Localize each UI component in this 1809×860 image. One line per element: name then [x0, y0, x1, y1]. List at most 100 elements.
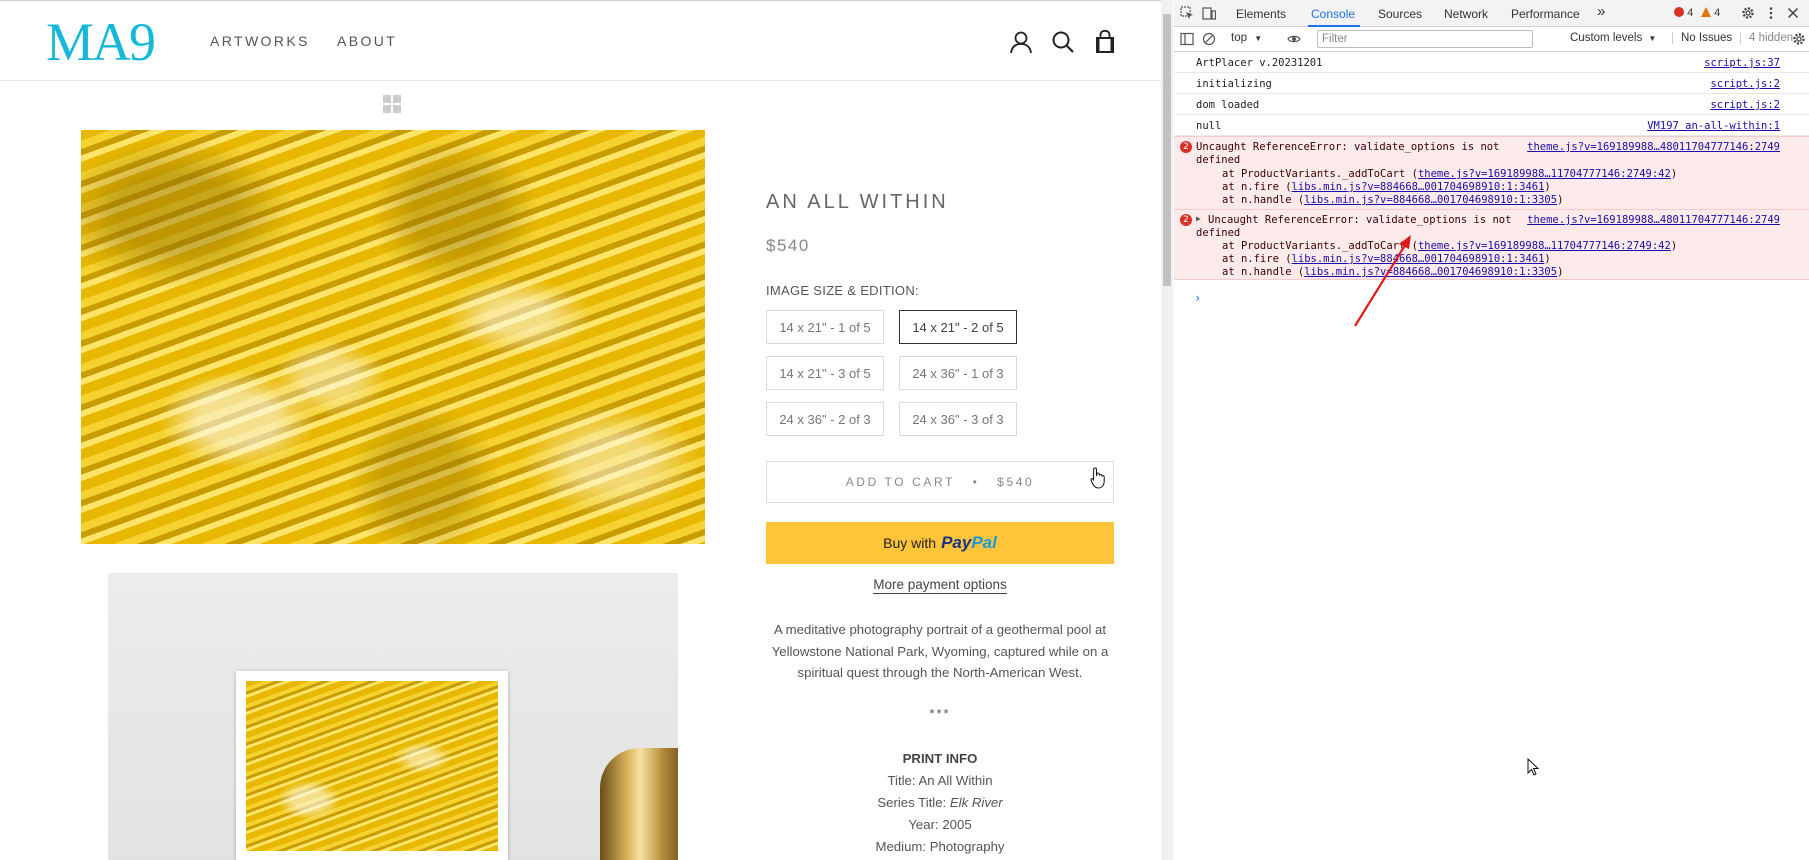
clear-console-icon[interactable]: [1202, 32, 1216, 46]
option-14x21-1of5[interactable]: 14 x 21" - 1 of 5: [766, 310, 884, 344]
context-selector[interactable]: top ▼: [1231, 32, 1262, 44]
live-expression-eye-icon[interactable]: [1287, 32, 1301, 46]
chevron-down-icon: ▼: [1254, 34, 1263, 43]
framed-print: [236, 671, 508, 860]
sidebar-toggle-icon[interactable]: [1180, 32, 1194, 46]
error-message-line2: defined: [1196, 227, 1241, 239]
cart-bag-icon[interactable]: [1092, 29, 1118, 55]
option-24x36-3of3[interactable]: 24 x 36" - 3 of 3: [899, 402, 1017, 436]
expand-triangle-icon[interactable]: ▶: [1196, 214, 1201, 223]
stack-frame-suffix: ): [1670, 240, 1678, 252]
tab-elements[interactable]: Elements: [1236, 7, 1286, 21]
settings-gear-icon[interactable]: [1741, 6, 1755, 20]
product-price: $540: [766, 236, 810, 255]
log-source-link[interactable]: script.js:2: [1710, 99, 1780, 111]
print-info-heading: PRINT INFO: [902, 751, 978, 766]
stack-frame: at n.handle (libs.min.js?v=884668…001704…: [1222, 194, 1563, 206]
grid-view-icon[interactable]: [383, 95, 401, 113]
console-log-row: ArtPlacer v.20231201 script.js:37: [1174, 52, 1809, 73]
error-message-line1: Uncaught ReferenceError: validate_option…: [1196, 141, 1500, 153]
nav-about[interactable]: ABOUT: [337, 33, 397, 49]
log-source-link[interactable]: script.js:37: [1704, 57, 1780, 69]
page-scrollbar-thumb[interactable]: [1163, 14, 1171, 286]
size-edition-label: IMAGE SIZE & EDITION:: [766, 283, 919, 298]
hand-cursor-icon: [1090, 467, 1105, 489]
log-source-link[interactable]: script.js:2: [1710, 78, 1780, 90]
kebab-menu-icon[interactable]: [1764, 6, 1778, 20]
console-error-entry[interactable]: 2 Uncaught ReferenceError: validate_opti…: [1174, 136, 1809, 210]
tab-sources[interactable]: Sources: [1378, 7, 1422, 21]
more-payment-options-link[interactable]: More payment options: [873, 577, 1007, 594]
console-log-row: initializing script.js:2: [1174, 73, 1809, 94]
issues-button[interactable]: No Issues: [1672, 32, 1732, 44]
stack-frame-link[interactable]: libs.min.js?v=884668…001704698910:1:3305: [1304, 194, 1557, 206]
paypal-logo: PayPal: [941, 533, 997, 553]
mouse-pointer-icon: [1527, 758, 1539, 776]
error-source-link[interactable]: theme.js?v=169189988…48011704777146:2749: [1527, 214, 1780, 226]
log-source-link[interactable]: VM197 an-all-within:1: [1647, 120, 1780, 132]
close-icon[interactable]: [1786, 6, 1800, 20]
print-info-medium: Medium: Photography: [875, 839, 1005, 854]
stack-frame: at n.fire (libs.min.js?v=884668…00170469…: [1222, 253, 1551, 265]
tab-performance[interactable]: Performance: [1511, 7, 1580, 21]
print-info-title-value: An All Within: [918, 773, 993, 788]
console-settings-gear-icon[interactable]: [1792, 32, 1806, 46]
stack-frame: at n.fire (libs.min.js?v=884668…00170469…: [1222, 181, 1551, 193]
option-24x36-1of3[interactable]: 24 x 36" - 1 of 3: [899, 356, 1017, 390]
stack-frame-link[interactable]: libs.min.js?v=884668…001704698910:1:3461: [1292, 253, 1545, 265]
paypal-logo-pal: Pal: [971, 533, 997, 552]
console-log-row: null VM197 an-all-within:1: [1174, 115, 1809, 136]
warning-count: 4: [1714, 7, 1721, 19]
stack-frame-link[interactable]: theme.js?v=169189988…11704777146:2749:42: [1418, 168, 1671, 180]
error-message-line2: defined: [1196, 154, 1241, 166]
option-14x21-3of5[interactable]: 14 x 21" - 3 of 5: [766, 356, 884, 390]
paypal-button[interactable]: Buy with PayPal: [766, 522, 1114, 564]
log-levels-dropdown[interactable]: Custom levels ▼: [1570, 32, 1656, 44]
product-description: A meditative photography portrait of a g…: [771, 622, 1109, 680]
paypal-logo-pay: Pay: [941, 533, 972, 552]
add-to-cart-button[interactable]: ADD TO CART • $540: [766, 461, 1114, 503]
print-info-title: Title: An All Within: [766, 773, 1114, 788]
stack-frame: at ProductVariants._addToCart (theme.js?…: [1222, 240, 1677, 252]
stack-frame-link[interactable]: libs.min.js?v=884668…001704698910:1:3305: [1304, 266, 1557, 278]
option-14x21-2of5[interactable]: 14 x 21" - 2 of 5: [899, 310, 1017, 344]
warning-count-badge[interactable]: 4: [1701, 7, 1720, 19]
chevron-down-icon: ▼: [1648, 34, 1657, 43]
tab-network[interactable]: Network: [1444, 7, 1488, 21]
option-24x36-2of3[interactable]: 24 x 36" - 2 of 3: [766, 402, 884, 436]
log-message: dom loaded: [1196, 99, 1260, 111]
devtools-tab-bar: Elements Console Sources Network Perform…: [1174, 0, 1809, 27]
console-log-row: dom loaded script.js:2: [1174, 94, 1809, 115]
stack-frame-suffix: ): [1557, 194, 1564, 206]
console-output: ArtPlacer v.20231201 script.js:37 initia…: [1174, 52, 1809, 305]
tab-console[interactable]: Console: [1311, 7, 1355, 21]
print-info-series: Series Title: Elk River: [766, 795, 1114, 810]
print-info-title-label: Title:: [887, 773, 919, 788]
console-filter-input[interactable]: Filter: [1317, 30, 1533, 48]
search-icon[interactable]: [1050, 29, 1076, 55]
add-to-cart-label: ADD TO CART • $540: [845, 475, 1035, 489]
error-repeat-badge: 2: [1180, 214, 1192, 226]
account-icon[interactable]: [1008, 29, 1034, 55]
page-scrollbar[interactable]: [1161, 0, 1173, 860]
log-message: initializing: [1196, 78, 1272, 90]
error-source-link[interactable]: theme.js?v=169189988…48011704777146:2749: [1527, 141, 1780, 153]
stack-frame-link[interactable]: theme.js?v=169189988…11704777146:2749:42: [1418, 240, 1671, 252]
console-prompt-chevron-icon[interactable]: ›: [1194, 291, 1201, 305]
product-photo-main[interactable]: [81, 130, 705, 544]
stack-frame-suffix: ): [1670, 168, 1678, 180]
stack-frame-suffix: ): [1544, 181, 1551, 193]
description-separator: ***: [929, 706, 951, 721]
devtools-panel: Elements Console Sources Network Perform…: [1161, 0, 1809, 860]
nav-artworks[interactable]: ARTWORKS: [210, 33, 310, 49]
stack-frame-link[interactable]: libs.min.js?v=884668…001704698910:1:3461: [1292, 181, 1545, 193]
product-photo-room-mockup[interactable]: [108, 573, 678, 860]
console-error-entry[interactable]: 2 ▶ Uncaught ReferenceError: validate_op…: [1174, 210, 1809, 280]
inspect-element-icon[interactable]: [1180, 6, 1194, 20]
error-count-badge[interactable]: 4: [1674, 7, 1693, 19]
device-toolbar-icon[interactable]: [1202, 6, 1216, 20]
site-logo[interactable]: MA9: [46, 15, 156, 69]
more-tabs-chevron-icon[interactable]: »: [1597, 3, 1605, 20]
log-levels-label: Custom levels: [1570, 32, 1643, 44]
site-header: MA9 ARTWORKS ABOUT: [0, 1, 1161, 81]
